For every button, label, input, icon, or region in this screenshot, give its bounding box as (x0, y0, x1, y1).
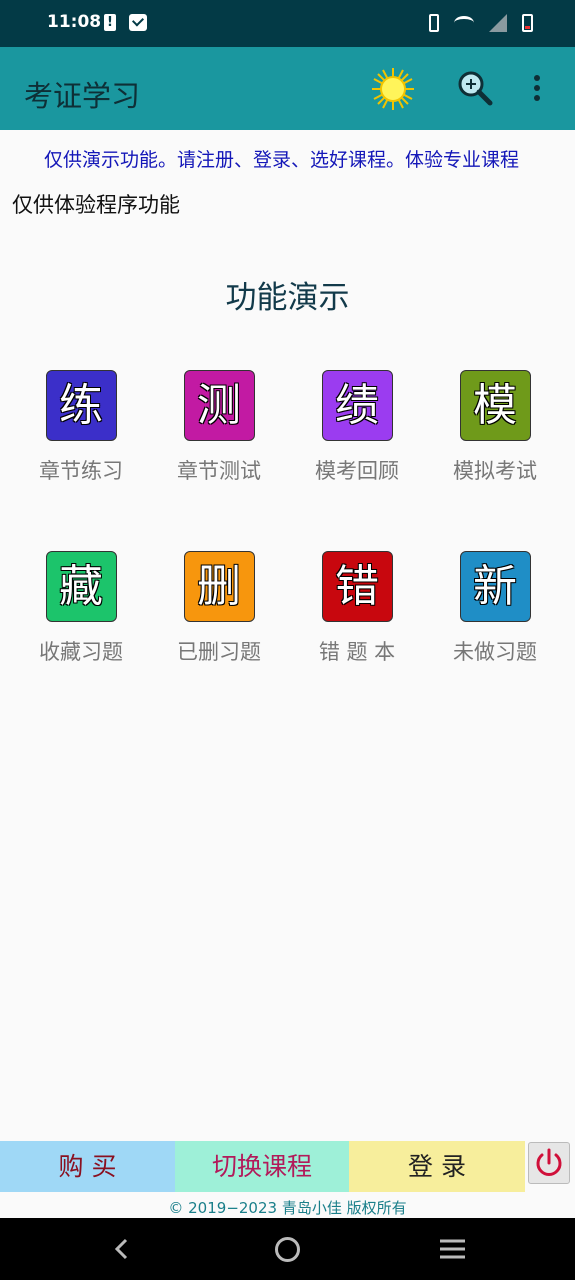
score-icon: 绩 (321, 370, 393, 441)
notification-icon (129, 14, 147, 31)
sun-icon[interactable] (370, 66, 416, 112)
wrong-icon: 错 (321, 551, 393, 622)
tile-label: 已删习题 (177, 640, 261, 664)
back-icon[interactable] (110, 1237, 134, 1261)
favorite-icon: 藏 (45, 551, 117, 622)
tile-label: 未做习题 (453, 640, 537, 664)
buy-button[interactable]: 购 买 (0, 1141, 175, 1192)
power-icon (536, 1148, 562, 1176)
bottom-bar: 购 买 切换课程 登 录 (0, 1141, 575, 1192)
practice-icon: 练 (45, 370, 117, 441)
copyright-text: © 2019−2023 青岛小佳 版权所有 (168, 1199, 407, 1217)
tile-label: 收藏习题 (39, 640, 123, 664)
status-time: 11:08 (47, 12, 102, 32)
tile-deleted[interactable]: 删 已删习题 (169, 551, 269, 671)
battery-icon (522, 13, 533, 32)
login-button[interactable]: 登 录 (349, 1141, 525, 1192)
power-button[interactable] (528, 1142, 570, 1184)
wifi-icon (453, 15, 474, 30)
more-icon[interactable] (532, 75, 542, 105)
delete-icon: 删 (183, 551, 255, 622)
section-title: 功能演示 (225, 280, 350, 316)
new-icon: 新 (459, 551, 531, 622)
status-icons (419, 12, 533, 34)
tile-chapter-test[interactable]: 测 章节测试 (169, 370, 269, 490)
tile-wrong-book[interactable]: 错 错 题 本 (307, 551, 407, 671)
system-nav-bar (0, 1218, 575, 1280)
tile-label: 章节测试 (177, 459, 261, 483)
tile-chapter-practice[interactable]: 练 章节练习 (31, 370, 131, 490)
home-icon[interactable] (274, 1236, 301, 1263)
search-icon[interactable] (457, 70, 493, 106)
switch-course-button[interactable]: 切换课程 (175, 1141, 349, 1192)
notice-text: 仅供体验程序功能 (12, 193, 180, 217)
tile-label: 模拟考试 (453, 459, 537, 483)
tile-label: 章节练习 (39, 459, 123, 483)
tile-undone[interactable]: 新 未做习题 (445, 551, 545, 671)
marquee-text: 仅供演示功能。请注册、登录、选好课程。体验专业课程 (44, 149, 520, 171)
tile-label: 错 题 本 (318, 640, 396, 664)
tile-mock-exam[interactable]: 模 模拟考试 (445, 370, 545, 490)
tile-label: 模考回顾 (315, 459, 399, 483)
mock-icon: 模 (459, 370, 531, 441)
alert-icon: ! (104, 14, 116, 31)
vibrate-icon (428, 13, 439, 32)
tile-favorites[interactable]: 藏 收藏习题 (31, 551, 131, 671)
tile-mock-review[interactable]: 绩 模考回顾 (307, 370, 407, 490)
recents-icon[interactable] (439, 1238, 466, 1260)
app-title: 考证学习 (24, 79, 141, 113)
signal-icon (488, 13, 507, 32)
status-bar: 11:08 ! (0, 0, 575, 47)
test-icon: 测 (183, 370, 255, 441)
